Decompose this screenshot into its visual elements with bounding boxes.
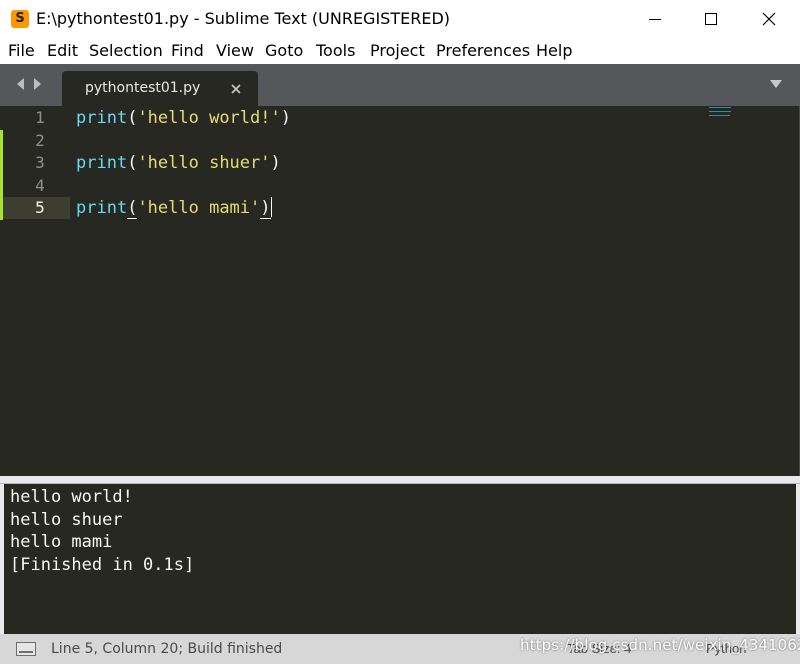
code-line[interactable]: print('hello mami') [76,197,272,219]
minimize-icon [649,18,661,20]
tab-close-icon[interactable] [230,83,242,95]
panel-splitter[interactable] [0,476,800,484]
output-line: hello world! [10,487,133,507]
string-literal: 'hello world!' [137,108,281,128]
tab-label: pythontest01.py [85,80,201,96]
menu-view[interactable]: View [216,41,254,60]
paren-open-matched: ( [127,198,138,219]
menu-help[interactable]: Help [536,41,572,60]
close-icon [762,12,776,26]
sublime-text-icon [11,10,29,28]
build-output-panel[interactable]: hello world! hello shuer hello mami [Fin… [0,484,800,634]
menu-project[interactable]: Project [370,41,425,60]
modified-lines-marker [0,130,3,220]
code-line[interactable]: print('hello shuer') [76,152,281,174]
code-editor[interactable]: 1 2 3 4 5 print('hello world!') print('h… [0,106,800,476]
paren-close: ) [280,108,291,128]
string-literal: 'hello mami' [137,198,261,218]
string-literal: 'hello shuer' [137,153,271,173]
text-cursor [270,197,272,217]
menu-file[interactable]: File [8,41,35,60]
window-title: E:\pythontest01.py - Sublime Text (UNREG… [36,9,450,28]
paren-open: ( [127,108,138,128]
maximize-button[interactable] [682,0,740,38]
builtin-function: print [76,108,128,128]
arrow-left-icon [17,78,24,90]
minimap-line [709,111,731,112]
line-number: 2 [35,131,45,150]
minimap-line [709,115,730,116]
tab-scroll-left-button[interactable] [15,77,25,91]
line-number: 4 [35,176,45,195]
output-line: [Finished in 0.1s] [10,555,195,575]
paren-open: ( [127,153,138,173]
tab-scroll-right-button[interactable] [33,77,43,91]
menu-selection[interactable]: Selection [89,41,163,60]
menu-tools[interactable]: Tools [316,41,355,60]
menu-edit[interactable]: Edit [47,41,78,60]
tab-bar: pythontest01.py [0,64,800,106]
line-number: 5 [35,198,45,217]
tab-pythontest01[interactable]: pythontest01.py [62,71,258,106]
output-line: hello mami [10,532,113,552]
line-gutter: 1 2 3 4 5 [0,106,70,476]
output-line: hello shuer [10,510,123,530]
close-window-button[interactable] [740,0,798,38]
status-bar: Line 5, Column 20; Build finished Tab Si… [0,634,800,664]
paren-close: ) [270,153,281,173]
menu-bar: File Edit Selection Find View Goto Tools… [0,38,800,64]
code-line[interactable]: print('hello world!') [76,107,291,129]
builtin-function: print [76,153,128,173]
watermark: https://blog.csdn.net/weixin_43410621 [520,636,800,654]
status-message: Line 5, Column 20; Build finished [51,641,283,657]
minimize-button[interactable] [626,0,684,38]
menu-find[interactable]: Find [171,41,204,60]
builtin-function: print [76,198,128,218]
menu-goto[interactable]: Goto [265,41,303,60]
line-number: 1 [35,108,45,127]
arrow-right-icon [34,78,41,90]
minimap-line [709,107,731,108]
paren-close-matched: ) [260,198,271,219]
title-bar: E:\pythontest01.py - Sublime Text (UNREG… [0,0,800,38]
minimap[interactable] [709,106,739,120]
panel-toggle-icon[interactable] [16,642,36,656]
tab-list-dropdown-icon[interactable] [769,79,783,89]
line-number: 3 [35,153,45,172]
maximize-icon [705,13,717,25]
menu-preferences[interactable]: Preferences [436,41,530,60]
